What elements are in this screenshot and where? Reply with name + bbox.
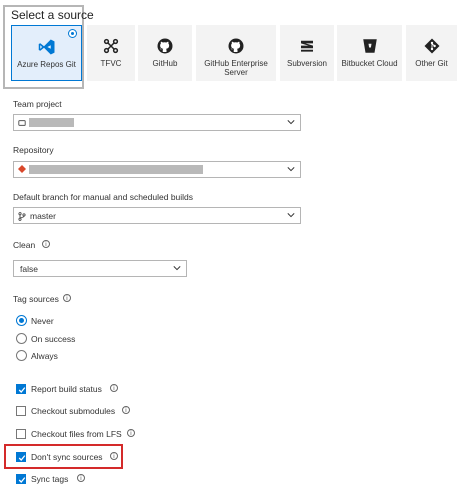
project-icon [18,120,26,126]
radio-always-label: Always [31,351,58,361]
source-tile-tfvc[interactable]: TFVC [87,25,135,81]
source-tile-label: Subversion [286,59,328,68]
info-icon[interactable]: i [63,294,71,302]
radio-always[interactable] [16,350,27,361]
radio-on-success-label: On success [31,334,76,344]
clean-value: false [20,264,38,274]
git-icon [423,36,441,55]
info-icon[interactable]: i [127,429,135,437]
team-project-select[interactable] [13,114,301,131]
dont-sync-sources-checkbox[interactable] [16,452,26,462]
selected-radio-indicator [68,29,77,38]
checkout-lfs-checkbox[interactable] [16,429,26,439]
source-tile-other-git[interactable]: Other Git [406,25,457,81]
checkout-submodules-checkbox[interactable] [16,406,26,416]
repository-label: Repository [13,145,54,155]
check-icon [18,477,26,483]
default-branch-value: master [30,211,56,221]
github-icon [156,36,174,55]
sync-tags-label: Sync tags [31,474,69,484]
info-icon[interactable]: i [77,474,85,482]
info-icon[interactable]: i [122,406,130,414]
default-branch-select[interactable]: master [13,207,301,224]
chevron-down-icon [287,213,295,218]
subversion-icon [298,36,316,55]
source-tile-label: TFVC [100,59,122,68]
git-repo-icon [18,165,26,173]
chevron-down-icon [287,167,295,172]
team-project-label: Team project [13,99,62,109]
default-branch-label: Default branch for manual and scheduled … [13,192,194,202]
repository-select[interactable] [13,161,301,178]
radio-on-success[interactable] [16,333,27,344]
radio-never-label: Never [31,316,54,326]
info-icon[interactable]: i [42,240,50,248]
info-icon[interactable]: i [110,384,118,392]
source-picker-title: Select a source [11,8,94,22]
tag-sources-label: Tag sources [13,294,59,304]
radio-never[interactable] [16,315,27,326]
redacted-value [29,118,74,127]
source-tile-subversion[interactable]: Subversion [280,25,334,81]
report-build-status-checkbox[interactable] [16,384,26,394]
check-icon [18,387,26,393]
report-build-status-label: Report build status [31,384,102,394]
source-tile-label: Azure Repos Git [17,60,76,69]
source-tile-azure-repos-git[interactable]: Azure Repos Git [11,25,82,81]
source-tile-bitbucket-cloud[interactable]: Bitbucket Cloud [337,25,402,81]
source-tile-label: Other Git [415,59,448,68]
azure-repos-icon [38,37,56,56]
bitbucket-icon [361,36,379,55]
source-tile-label: GitHub [152,59,178,68]
clean-select[interactable]: false [13,260,187,277]
info-icon[interactable]: i [110,452,118,460]
source-tile-label: Bitbucket Cloud [341,59,398,68]
chevron-down-icon [287,120,295,125]
checkout-submodules-label: Checkout submodules [31,406,116,416]
branch-icon [18,212,26,221]
dont-sync-sources-label: Don't sync sources [31,452,103,462]
clean-label: Clean [13,240,36,250]
checkout-lfs-label: Checkout files from LFS [31,429,122,439]
redacted-value [29,165,203,174]
source-tile-github-enterprise[interactable]: GitHub Enterprise Server [196,25,276,81]
github-enterprise-icon [227,36,245,55]
tfvc-icon [102,36,120,55]
chevron-down-icon [173,266,181,271]
source-tile-label: GitHub Enterprise Server [204,59,268,77]
source-tile-github[interactable]: GitHub [138,25,192,81]
check-icon [18,455,26,461]
sync-tags-checkbox[interactable] [16,474,26,484]
